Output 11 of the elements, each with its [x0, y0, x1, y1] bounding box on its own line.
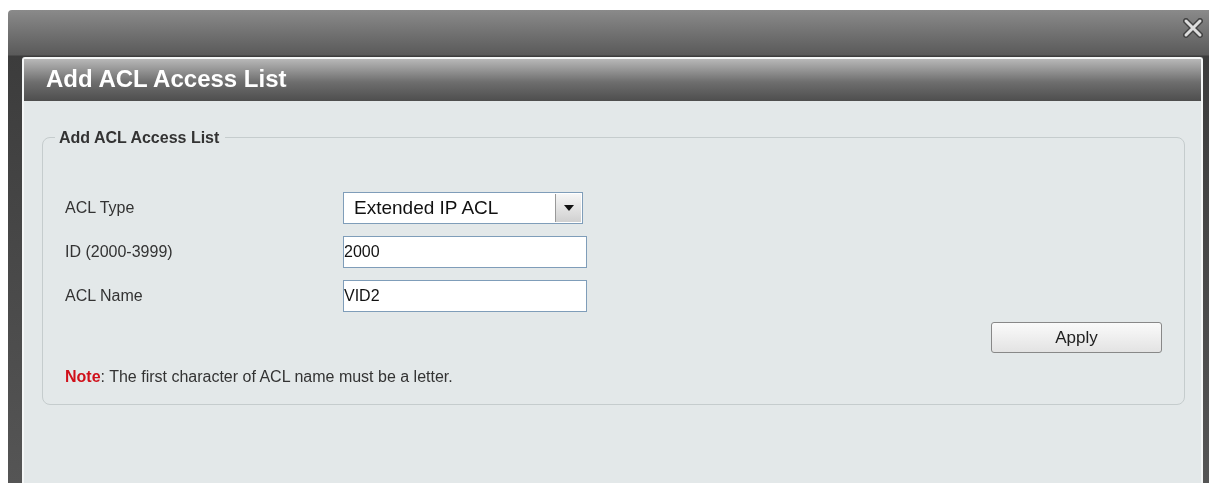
- input-field[interactable]: VID2: [343, 280, 587, 312]
- field-label: ACL Name: [65, 286, 144, 306]
- input-field[interactable]: 2000: [343, 236, 587, 268]
- note-text: Note: The first character of ACL name must be a letter.: [65, 367, 454, 387]
- field-label: ACL Type: [65, 198, 136, 218]
- field-label: ID (2000-3999): [65, 242, 174, 262]
- close-icon[interactable]: [1183, 18, 1203, 38]
- dialog-title: Add ACL Access List: [24, 59, 1201, 101]
- dropdown-arrow-icon: [563, 205, 574, 211]
- apply-button[interactable]: Apply: [991, 322, 1162, 353]
- acl-type-dropdown[interactable]: Extended IP ACL: [343, 192, 583, 224]
